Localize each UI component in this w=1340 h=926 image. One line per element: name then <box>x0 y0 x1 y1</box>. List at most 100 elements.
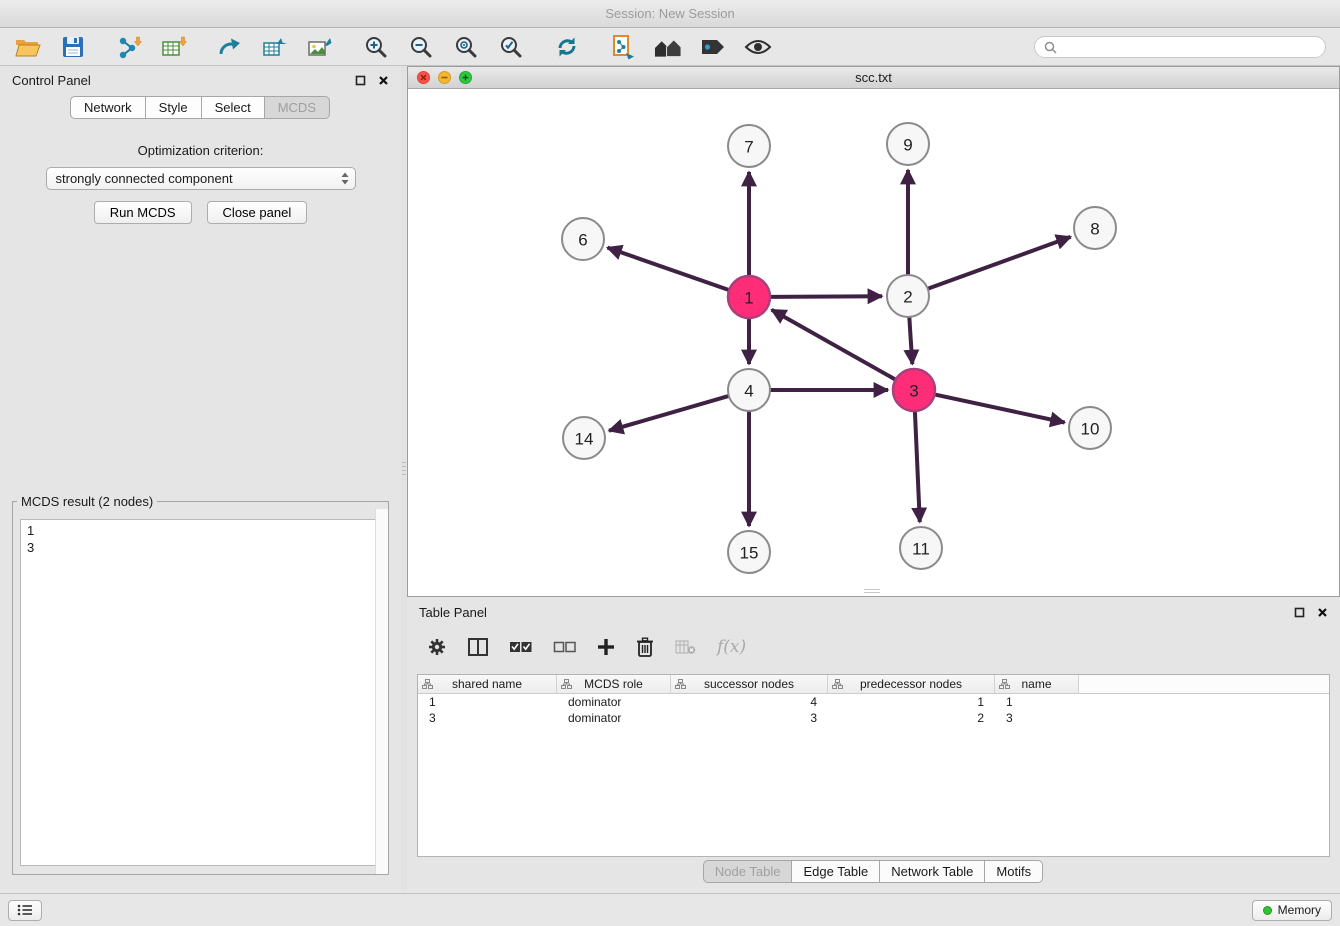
export-network-button[interactable] <box>216 34 244 61</box>
node-6[interactable]: 6 <box>562 218 604 260</box>
tab-select[interactable]: Select <box>201 96 265 119</box>
zoom-fit-button[interactable] <box>452 34 480 61</box>
node-4[interactable]: 4 <box>728 369 770 411</box>
minimize-window-icon[interactable] <box>438 71 451 84</box>
toolbar-search[interactable] <box>1034 36 1326 58</box>
table-cell[interactable]: 1 <box>418 694 557 710</box>
edge-1-6[interactable] <box>608 248 730 291</box>
unchecked-boxes-icon <box>553 640 576 654</box>
table-cell[interactable]: 3 <box>418 710 557 726</box>
import-network-icon <box>116 35 143 59</box>
column-settings-button[interactable] <box>427 637 447 657</box>
show-hide-button[interactable] <box>744 34 772 61</box>
open-session-button[interactable] <box>14 34 42 61</box>
node-3[interactable]: 3 <box>893 369 935 411</box>
eye-icon <box>744 38 772 56</box>
node-1[interactable]: 1 <box>728 276 770 318</box>
column-header-name[interactable]: name <box>995 675 1079 693</box>
tab-edge-table[interactable]: Edge Table <box>791 860 880 883</box>
apply-layout-button[interactable] <box>553 34 581 61</box>
tab-style[interactable]: Style <box>145 96 202 119</box>
edge-1-2[interactable] <box>770 296 882 297</box>
network-canvas-svg[interactable]: 7 9 6 8 1 2 4 3 14 10 15 11 <box>408 89 1339 595</box>
table-cell[interactable]: 1 <box>828 694 995 710</box>
close-panel-icon[interactable] <box>378 75 389 86</box>
node-14[interactable]: 14 <box>563 417 605 459</box>
edge-2-3[interactable] <box>909 317 912 364</box>
float-panel-icon[interactable] <box>355 75 366 86</box>
tab-network[interactable]: Network <box>70 96 146 119</box>
close-table-panel-icon[interactable] <box>1317 607 1328 618</box>
show-columns-button[interactable] <box>468 638 488 656</box>
mcds-result-list[interactable]: 13 <box>20 519 381 866</box>
zoom-in-button[interactable] <box>362 34 390 61</box>
node-2[interactable]: 2 <box>887 275 929 317</box>
node-11[interactable]: 11 <box>900 527 942 569</box>
tab-network-table[interactable]: Network Table <box>879 860 985 883</box>
table-cell[interactable]: 3 <box>995 710 1079 726</box>
search-input[interactable] <box>1062 40 1316 54</box>
node-7[interactable]: 7 <box>728 125 770 167</box>
status-menu-button[interactable] <box>8 900 42 921</box>
column-header-successor-nodes[interactable]: successor nodes <box>671 675 828 693</box>
zoom-selected-button[interactable] <box>497 34 525 61</box>
edge-2-8[interactable] <box>928 237 1071 289</box>
delete-columns-button[interactable] <box>636 637 654 657</box>
node-10[interactable]: 10 <box>1069 407 1111 449</box>
table-cell[interactable]: 3 <box>671 710 828 726</box>
edge-3-10[interactable] <box>935 394 1065 422</box>
column-header-predecessor-nodes[interactable]: predecessor nodes <box>828 675 995 693</box>
maximize-window-icon[interactable] <box>459 71 472 84</box>
memory-button[interactable]: Memory <box>1252 900 1332 921</box>
node-8[interactable]: 8 <box>1074 207 1116 249</box>
select-all-columns-button[interactable] <box>509 640 532 654</box>
export-image-button[interactable] <box>306 34 334 61</box>
import-table-button[interactable] <box>160 34 188 61</box>
import-group <box>115 34 188 61</box>
table-row[interactable]: 3dominator323 <box>418 710 1329 726</box>
node-label: 10 <box>1081 420 1100 439</box>
attribute-table: shared nameMCDS rolesuccessor nodesprede… <box>417 674 1330 857</box>
clone-network-button[interactable] <box>609 34 637 61</box>
close-panel-button[interactable]: Close panel <box>207 201 308 224</box>
export-table-button[interactable] <box>261 34 289 61</box>
float-table-panel-icon[interactable] <box>1294 607 1305 618</box>
plus-icon <box>597 638 615 656</box>
table-row[interactable]: 1dominator411 <box>418 694 1329 710</box>
view-group <box>609 34 772 61</box>
table-cell[interactable]: dominator <box>557 694 671 710</box>
zoom-out-button[interactable] <box>407 34 435 61</box>
import-network-button[interactable] <box>115 34 143 61</box>
node-label: 6 <box>578 231 587 250</box>
result-scrollbar[interactable] <box>375 509 388 874</box>
tab-motifs[interactable]: Motifs <box>984 860 1043 883</box>
status-bar: Memory <box>0 893 1340 926</box>
table-cell[interactable]: dominator <box>557 710 671 726</box>
table-cell[interactable]: 2 <box>828 710 995 726</box>
apply-style-button[interactable] <box>699 34 727 61</box>
edge-3-1[interactable] <box>772 310 896 380</box>
edge-4-14[interactable] <box>609 396 729 431</box>
session-group <box>14 34 87 61</box>
table-cell[interactable]: 1 <box>995 694 1079 710</box>
edge-3-11[interactable] <box>915 411 920 522</box>
first-neighbors-button[interactable] <box>654 34 682 61</box>
run-mcds-button[interactable]: Run MCDS <box>94 201 192 224</box>
tab-mcds[interactable]: MCDS <box>264 96 330 119</box>
canvas-resize-nub[interactable] <box>864 589 880 594</box>
close-window-icon[interactable] <box>417 71 430 84</box>
tab-node-table[interactable]: Node Table <box>703 860 793 883</box>
network-canvas[interactable]: 7 9 6 8 1 2 4 3 14 10 15 11 <box>408 89 1339 595</box>
column-header-shared-name[interactable]: shared name <box>418 675 557 693</box>
table-cell[interactable]: 4 <box>671 694 828 710</box>
node-15[interactable]: 15 <box>728 531 770 573</box>
deselect-all-columns-button[interactable] <box>553 640 576 654</box>
zoom-fit-icon <box>454 35 478 59</box>
network-window-titlebar[interactable]: scc.txt <box>408 67 1339 89</box>
node-9[interactable]: 9 <box>887 123 929 165</box>
window-title: Session: New Session <box>605 6 734 21</box>
create-column-button[interactable] <box>597 638 615 656</box>
criterion-dropdown[interactable]: strongly connected component <box>46 167 356 190</box>
save-session-button[interactable] <box>59 34 87 61</box>
column-header-MCDS-role[interactable]: MCDS role <box>557 675 671 693</box>
